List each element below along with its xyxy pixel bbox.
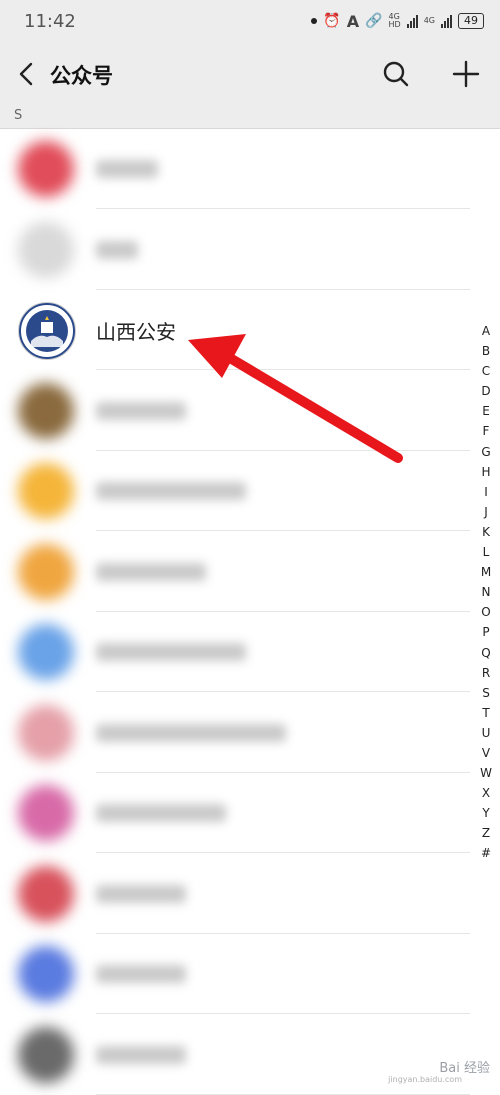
account-name-redacted [96,804,226,822]
network-type: 4G HD [388,12,401,29]
link-icon: 🔗 [365,13,383,29]
index-letter[interactable]: Z [476,823,496,843]
alphabet-index[interactable]: A B C D E F G H I J K L M N O P Q R S T U V W X Y Z # [476,321,496,864]
index-letter[interactable]: A [476,321,496,341]
index-letter[interactable]: N [476,582,496,602]
signal-bars-2-icon [441,14,452,28]
list-item[interactable]: 山西公安 [0,290,500,370]
list-item[interactable] [0,612,500,692]
signal-bars-icon [406,14,418,28]
watermark: Bai 经验 [439,1061,490,1076]
font-a-icon: A [346,11,360,31]
search-icon [383,61,409,87]
index-letter[interactable]: C [476,361,496,381]
list-item[interactable] [0,210,500,290]
index-letter[interactable]: H [476,462,496,482]
index-letter[interactable]: Y [476,803,496,823]
account-name-redacted [96,240,138,259]
status-icons: ⏰ A 🔗 4G HD 4G 49 [311,10,484,32]
section-header: S [0,106,500,129]
avatar [18,463,74,519]
plus-icon [452,60,480,88]
page-title: 公众号 [50,64,113,88]
avatar [18,946,74,1002]
avatar [18,704,74,761]
index-letter[interactable]: D [476,381,496,401]
index-letter[interactable]: W [476,763,496,783]
index-letter[interactable]: I [476,482,496,502]
account-name-redacted [96,1045,186,1064]
index-letter[interactable]: M [476,562,496,582]
index-letter[interactable]: G [476,442,496,462]
account-name: 山西公安 [96,320,176,344]
account-name-redacted [96,965,186,983]
avatar [18,543,74,600]
battery-icon: 49 [458,13,484,29]
index-letter[interactable]: X [476,783,496,803]
avatar [18,141,74,197]
list-item[interactable] [0,934,500,1014]
notification-dot-icon [311,18,318,24]
index-letter[interactable]: P [476,622,496,642]
alarm-icon: ⏰ [323,13,341,29]
back-button[interactable] [12,56,42,92]
status-time: 11:42 [24,11,76,32]
search-button[interactable] [378,56,414,92]
add-button[interactable] [448,56,484,92]
list-item[interactable] [0,129,500,209]
account-name-redacted [96,643,246,661]
index-letter[interactable]: U [476,723,496,743]
list-item[interactable] [0,854,500,934]
status-bar: 11:42 ⏰ A 🔗 4G HD 4G 49 [0,0,500,42]
network-type-2: 4G [423,16,435,25]
list-item[interactable] [0,451,500,531]
avatar [18,785,74,841]
account-name-redacted [96,482,246,500]
index-letter[interactable]: B [476,341,496,361]
list-item[interactable] [0,773,500,853]
index-letter[interactable]: L [476,542,496,562]
index-letter[interactable]: F [476,421,496,441]
top-bar: 公众号 [0,42,500,106]
index-letter[interactable]: K [476,522,496,542]
index-letter[interactable]: S [476,683,496,703]
list-item[interactable] [0,693,500,773]
avatar [18,624,74,680]
divider [96,1093,470,1095]
account-name-redacted [96,562,206,581]
index-letter[interactable]: J [476,502,496,522]
avatar [18,865,74,922]
police-badge-icon [19,303,75,359]
list-item[interactable] [0,532,500,612]
watermark-sub: jingyan.baidu.com [388,1075,462,1084]
index-letter[interactable]: E [476,401,496,421]
index-letter[interactable]: V [476,743,496,763]
account-name-redacted [96,401,186,420]
avatar [18,302,76,360]
avatar [18,221,74,278]
account-name-redacted [96,160,158,178]
index-letter[interactable]: # [476,843,496,863]
list-item[interactable] [0,371,500,451]
chevron-left-icon [19,62,33,86]
avatar [18,382,74,439]
account-name-redacted [96,884,186,903]
index-letter[interactable]: R [476,663,496,683]
avatar [18,1026,74,1083]
index-letter[interactable]: Q [476,643,496,663]
account-name-redacted [96,723,286,742]
section-letter: S [14,108,23,123]
index-letter[interactable]: T [476,703,496,723]
index-letter[interactable]: O [476,602,496,622]
